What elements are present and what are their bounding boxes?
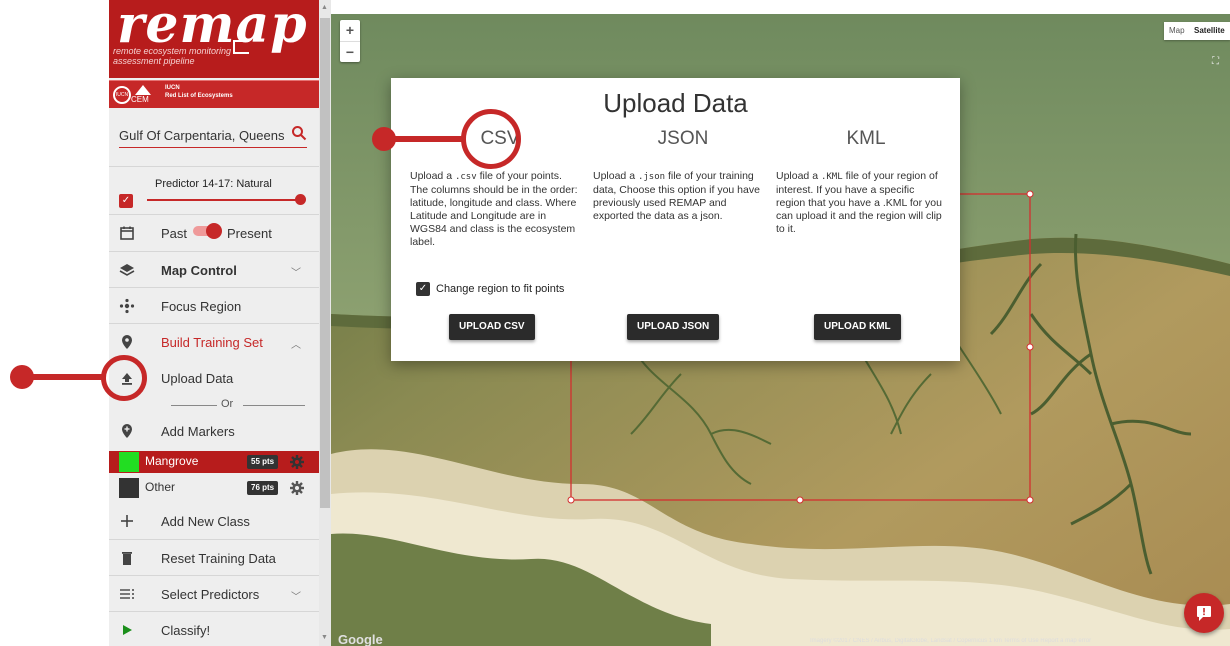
sidebar-item-focus-region[interactable]: Focus Region [109, 288, 319, 324]
or-line-right [243, 405, 305, 406]
annotation-ring-csv [461, 109, 521, 169]
search-input[interactable]: Gulf Of Carpentaria, Queensla [119, 128, 285, 143]
mountain-icon [135, 85, 151, 95]
upload-json-button[interactable]: UPLOAD JSON [627, 314, 720, 340]
zoom-in-button[interactable]: + [340, 20, 360, 41]
zoom-out-button[interactable]: − [340, 41, 360, 62]
sidebar-item-label: Map Control [161, 263, 237, 278]
annotation-dot-upload [10, 365, 34, 389]
past-label: Past [161, 226, 188, 241]
scrollbar-thumb[interactable] [320, 18, 330, 508]
sidebar-item-reset-training[interactable]: Reset Training Data [109, 540, 319, 576]
class-points-badge: 55 pts [247, 455, 279, 469]
json-description: Upload a .json file of your training dat… [593, 170, 760, 222]
predictor-slider[interactable]: Predictor 14-17: Natural ✓ [109, 168, 319, 214]
iucn-label: IUCN [165, 85, 180, 91]
focus-region-icon [119, 298, 135, 314]
class-name: Mangrove [145, 454, 199, 468]
gear-icon[interactable] [289, 454, 305, 470]
slider-handle[interactable] [295, 194, 306, 205]
sidebar-item-label: Focus Region [161, 299, 242, 314]
add-marker-icon [122, 424, 132, 438]
divider [109, 166, 319, 167]
remap-logo[interactable]: remap remote ecosystem monitoring assess… [109, 0, 319, 78]
class-name: Other [145, 480, 176, 494]
slider-track[interactable] [147, 199, 303, 201]
class-points-badge: 76 pts [247, 481, 279, 495]
checkbox-label: Change region to fit points [436, 283, 565, 295]
or-line-left [171, 405, 217, 406]
sidebar-item-label: Classify! [161, 623, 211, 638]
sidebar: remap remote ecosystem monitoring assess… [109, 0, 319, 646]
zoom-control: + − [340, 20, 360, 62]
search-icon[interactable] [291, 125, 307, 141]
iucn-logo-icon: IUCN [113, 86, 131, 104]
sidebar-item-add-new-class[interactable]: Add New Class [109, 503, 319, 539]
or-divider: Or [155, 398, 305, 412]
map-credits: Imagery ©2017 CNES / Airbus, DigitalGlob… [810, 638, 1092, 644]
sidebar-item-label: Add New Class [161, 514, 250, 529]
class-item-other[interactable]: Other 76 pts [109, 477, 319, 499]
sidebar-item-label: Upload Data [161, 371, 234, 386]
cem-label: CEM [131, 95, 149, 104]
scroll-up-icon[interactable]: ▲ [321, 4, 328, 11]
upload-csv-button[interactable]: UPLOAD CSV [449, 314, 535, 340]
trash-icon [122, 552, 132, 565]
annotation-dot-csv [372, 127, 396, 151]
calendar-icon [120, 226, 134, 240]
json-heading: JSON [657, 128, 709, 149]
feedback-button[interactable] [1184, 593, 1224, 633]
map-type-control: Map Satellite [1164, 22, 1230, 40]
kml-heading: KML [846, 128, 886, 149]
list-icon [120, 589, 134, 599]
switch-knob[interactable] [206, 223, 222, 239]
chevron-up-icon: ︿ [291, 340, 301, 351]
present-label: Present [227, 226, 272, 241]
past-present-toggle-row: Past Present [109, 215, 319, 251]
class-color-swatch[interactable] [119, 452, 139, 472]
gear-icon[interactable] [289, 480, 305, 496]
predictor-label: Predictor 14-17: Natural [155, 178, 272, 190]
google-logo: Google [338, 632, 383, 646]
sidebar-item-label: Select Predictors [161, 587, 260, 602]
sidebar-item-add-markers[interactable]: Add Markers [109, 413, 319, 449]
location-search[interactable]: Gulf Of Carpentaria, Queensla [119, 125, 307, 148]
class-item-mangrove[interactable]: Mangrove 55 pts [109, 451, 319, 473]
predictor-checkbox[interactable]: ✓ [119, 194, 133, 208]
sidebar-item-label: Add Markers [161, 424, 235, 439]
layers-icon [119, 264, 135, 276]
map-type-map-button[interactable]: Map [1169, 26, 1185, 35]
sidebar-item-build-training-set[interactable]: Build Training Set ︿ [109, 324, 319, 360]
or-label: Or [221, 398, 234, 410]
sidebar-item-classify[interactable]: Classify! [109, 612, 319, 646]
chevron-down-icon: ﹀ [291, 592, 301, 603]
scroll-down-icon[interactable]: ▼ [321, 634, 328, 641]
sidebar-item-select-predictors[interactable]: Select Predictors ﹀ [109, 576, 319, 612]
sidebar-item-map-control[interactable]: Map Control ﹀ [109, 252, 319, 288]
play-icon [123, 625, 132, 635]
checkbox-checked-icon[interactable]: ✓ [416, 282, 430, 296]
sidebar-scrollbar[interactable]: ▲ ▼ [319, 0, 331, 646]
kml-column: KML Upload a .KML file of your region of… [776, 78, 956, 361]
map-pin-icon [122, 335, 132, 349]
sidebar-item-label: Reset Training Data [161, 551, 276, 566]
class-color-swatch[interactable] [119, 478, 139, 498]
csv-description: Upload a .csv file of your points. The c… [410, 170, 578, 248]
plus-icon [121, 515, 133, 527]
map-type-satellite-button[interactable]: Satellite [1194, 26, 1225, 35]
kml-description: Upload a .KML file of your region of int… [776, 170, 942, 235]
app-root: remap remote ecosystem monitoring assess… [0, 0, 1230, 646]
fullscreen-icon[interactable]: ⛶ [1212, 56, 1219, 67]
annotation-ring-upload [101, 355, 147, 401]
logo-tagline: remote ecosystem monitoring assessment p… [113, 46, 232, 66]
red-list-label: Red List of Ecosystems [165, 93, 233, 99]
iucn-banner[interactable]: IUCN CEM IUCN Red List of Ecosystems [109, 80, 319, 108]
chevron-down-icon: ﹀ [291, 268, 301, 279]
json-column: JSON Upload a .json file of your trainin… [593, 78, 773, 361]
sidebar-item-label: Build Training Set [161, 335, 263, 350]
chat-icon [1197, 606, 1211, 621]
upload-kml-button[interactable]: UPLOAD KML [814, 314, 901, 340]
